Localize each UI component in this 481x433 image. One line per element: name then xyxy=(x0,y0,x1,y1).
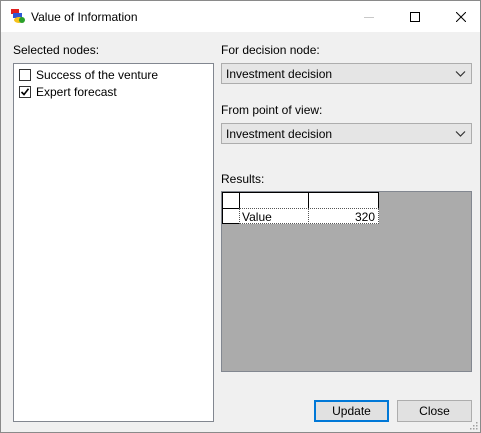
decision-node-value: Investment decision xyxy=(226,67,333,81)
node-item-expert-forecast[interactable]: Expert forecast xyxy=(19,84,117,100)
grid-row-header xyxy=(222,208,240,224)
results-grid[interactable]: Value 320 xyxy=(221,191,472,372)
point-of-view-label: From point of view: xyxy=(221,103,323,117)
minimize-button[interactable] xyxy=(346,1,392,32)
minimize-icon xyxy=(364,16,374,18)
title-bar[interactable]: Value of Information xyxy=(1,1,480,32)
result-value-cell[interactable]: 320 xyxy=(308,208,379,224)
update-button[interactable]: Update xyxy=(314,400,389,422)
node-item-success-of-the-venture[interactable]: Success of the venture xyxy=(19,67,158,83)
update-button-label: Update xyxy=(332,404,371,418)
close-button[interactable]: Close xyxy=(397,400,472,422)
selected-nodes-list[interactable]: Success of the venture Expert forecast xyxy=(13,63,214,422)
decision-node-select[interactable]: Investment decision xyxy=(221,63,472,84)
resize-grip-icon[interactable] xyxy=(468,420,478,430)
selected-nodes-label: Selected nodes: xyxy=(13,43,100,57)
maximize-icon xyxy=(410,11,420,22)
result-value: 320 xyxy=(354,210,375,224)
window-title: Value of Information xyxy=(31,10,138,24)
point-of-view-value: Investment decision xyxy=(226,127,333,141)
results-label: Results: xyxy=(221,172,265,186)
close-window-button[interactable] xyxy=(438,1,481,32)
result-name-cell[interactable]: Value xyxy=(239,208,309,224)
grid-column-header xyxy=(308,192,379,209)
close-icon xyxy=(456,11,466,22)
close-button-label: Close xyxy=(419,404,450,418)
value-of-information-dialog: Value of Information Selected nodes: Suc… xyxy=(0,0,481,433)
point-of-view-select[interactable]: Investment decision xyxy=(221,123,472,144)
maximize-button[interactable] xyxy=(392,1,438,32)
chevron-down-icon xyxy=(455,71,466,77)
app-icon xyxy=(11,9,25,23)
grid-column-header xyxy=(239,192,309,209)
node-item-label: Success of the venture xyxy=(36,68,159,82)
decision-node-label: For decision node: xyxy=(221,43,320,57)
result-name: Value xyxy=(242,210,272,224)
checkmark-icon xyxy=(20,88,30,96)
checkbox-checked[interactable] xyxy=(19,86,31,98)
checkbox[interactable] xyxy=(19,69,31,81)
chevron-down-icon xyxy=(455,131,466,137)
grid-corner-cell xyxy=(222,192,240,209)
node-item-label: Expert forecast xyxy=(36,85,117,99)
